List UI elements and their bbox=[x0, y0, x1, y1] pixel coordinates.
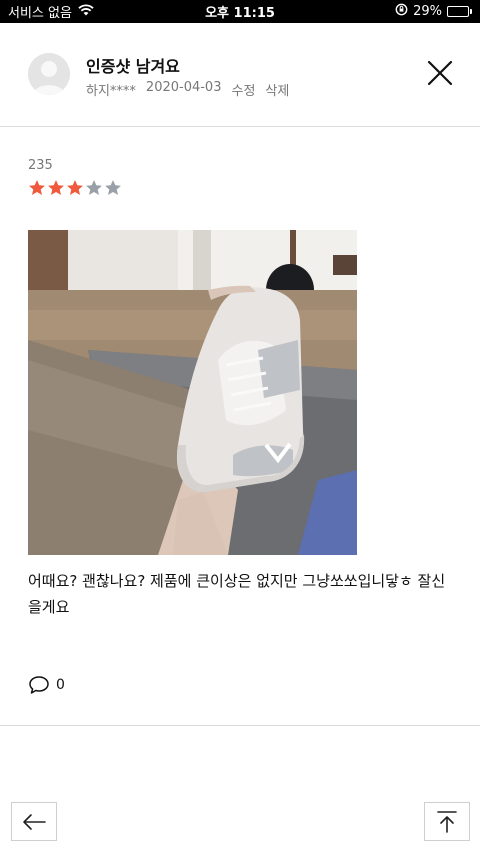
arrow-left-icon bbox=[23, 813, 46, 830]
status-bar: 서비스 없음 오후 11:15 29% bbox=[0, 0, 480, 23]
divider bbox=[0, 725, 480, 726]
review-text: 어때요? 괜찮나요? 제품에 큰이상은 없지만 그냥쏘쏘입니닿ㅎ 잘신을게요 bbox=[28, 572, 446, 616]
sneaker-photo-image bbox=[28, 230, 357, 555]
back-button[interactable] bbox=[11, 802, 57, 841]
status-right: 29% bbox=[395, 3, 472, 20]
close-icon bbox=[427, 60, 453, 86]
avatar bbox=[28, 53, 70, 95]
wifi-icon bbox=[78, 3, 94, 20]
star-filled-icon bbox=[29, 180, 45, 196]
comment-count: 0 bbox=[56, 677, 65, 693]
status-left: 서비스 없음 bbox=[8, 2, 94, 21]
close-button[interactable] bbox=[424, 57, 456, 89]
scroll-to-top-button[interactable] bbox=[424, 802, 470, 841]
star-empty-icon bbox=[105, 180, 121, 196]
author-name: 하지**** bbox=[86, 84, 136, 99]
review-photo[interactable] bbox=[28, 230, 357, 555]
review-meta: 하지**** 2020-04-03 수정 삭제 bbox=[86, 80, 289, 99]
star-empty-icon bbox=[86, 180, 102, 196]
star-rating bbox=[28, 179, 458, 199]
delete-link[interactable]: 삭제 bbox=[265, 80, 289, 99]
carrier-label: 서비스 없음 bbox=[8, 6, 72, 21]
star-filled-icon bbox=[67, 180, 83, 196]
comment-count-button[interactable]: 0 bbox=[28, 674, 65, 696]
post-date: 2020-04-03 bbox=[145, 80, 222, 95]
rating-section: 235 bbox=[28, 158, 458, 199]
comment-bubble-icon bbox=[29, 676, 49, 694]
battery-percent: 29% bbox=[413, 4, 442, 19]
orientation-lock-icon bbox=[395, 3, 408, 20]
rating-count: 235 bbox=[28, 158, 53, 173]
review-header: 인증샷 남겨요 하지**** 2020-04-03 수정 삭제 bbox=[0, 23, 480, 127]
edit-link[interactable]: 수정 bbox=[231, 80, 255, 99]
star-filled-icon bbox=[48, 180, 64, 196]
arrow-up-to-top-icon bbox=[437, 810, 457, 833]
user-avatar-icon bbox=[28, 53, 70, 95]
battery-icon bbox=[447, 6, 472, 17]
page-title: 인증샷 남겨요 bbox=[86, 57, 180, 76]
